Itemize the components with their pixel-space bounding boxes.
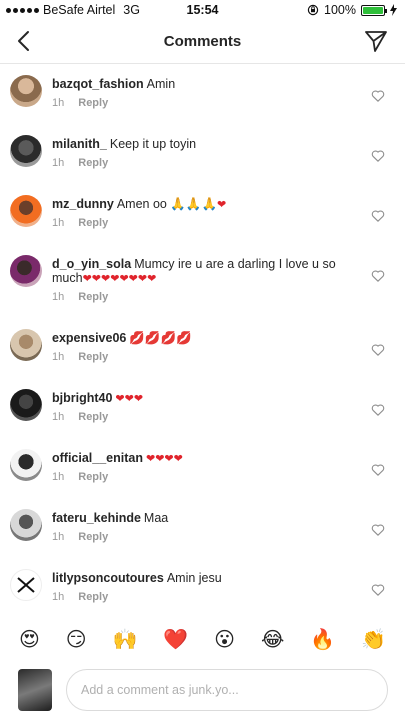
reply-button[interactable]: Reply xyxy=(78,217,108,229)
comment-emoji: 🙏🙏🙏 xyxy=(170,197,218,211)
comment-meta: 1h Reply xyxy=(52,411,108,423)
reply-button[interactable]: Reply xyxy=(78,471,108,483)
comment-username[interactable]: bjbright40 xyxy=(52,391,112,405)
comment-meta: 1h Reply xyxy=(52,471,108,483)
heart-outline-icon[interactable] xyxy=(371,89,385,103)
heart-outline-icon[interactable] xyxy=(371,463,385,477)
comment-text: milanith_ Keep it up toyin xyxy=(52,137,352,151)
status-bar: BeSafe Airtel 3G 15:54 100% xyxy=(0,0,405,20)
comment-time: 1h xyxy=(52,531,65,543)
comment-username[interactable]: fateru_kehinde xyxy=(52,511,141,525)
comment-message: Keep it up toyin xyxy=(109,137,197,151)
emoji-red-heart[interactable]: ❤️ xyxy=(163,627,188,652)
heart-outline-icon[interactable] xyxy=(371,149,385,163)
reply-button[interactable]: Reply xyxy=(78,531,108,543)
avatar[interactable] xyxy=(10,389,42,421)
heart-outline-icon[interactable] xyxy=(371,269,385,283)
comment-time: 1h xyxy=(52,471,65,483)
reply-button[interactable]: Reply xyxy=(78,411,108,423)
avatar[interactable] xyxy=(10,255,42,287)
avatar[interactable] xyxy=(10,135,42,167)
comment-hearts: ❤❤❤ xyxy=(115,393,144,405)
comment-time: 1h xyxy=(52,351,65,363)
emoji-bar: 😍 😏 🙌 ❤️ 😮 😂 🔥 👏 xyxy=(0,624,405,654)
comment-username[interactable]: bazqot_fashion xyxy=(52,77,144,91)
battery-icon xyxy=(361,4,387,16)
avatar[interactable] xyxy=(10,195,42,227)
emoji-raised-hands[interactable]: 🙌 xyxy=(113,627,138,652)
avatar[interactable] xyxy=(10,449,42,481)
current-user-avatar xyxy=(18,669,52,711)
comment-text: d_o_yin_sola Mumcy ire u are a darling I … xyxy=(52,257,352,286)
avatar[interactable] xyxy=(10,329,42,361)
comment-time: 1h xyxy=(52,217,65,229)
comment-meta: 1h Reply xyxy=(52,591,108,603)
emoji-fire[interactable]: 🔥 xyxy=(310,627,335,652)
reply-button[interactable]: Reply xyxy=(78,351,108,363)
heart-outline-icon[interactable] xyxy=(371,209,385,223)
comment-message: Maa xyxy=(143,511,169,525)
comment-meta: 1h Reply xyxy=(52,217,108,229)
comment-text: bjbright40 ❤❤❤ xyxy=(52,391,352,406)
battery-fill xyxy=(363,6,383,14)
comment-username[interactable]: litlypsoncoutoures xyxy=(52,571,164,585)
comment-message: Amin jesu xyxy=(166,571,222,585)
heart-outline-icon[interactable] xyxy=(371,343,385,357)
comment-time: 1h xyxy=(52,157,65,169)
comment-time: 1h xyxy=(52,291,65,303)
reply-button[interactable]: Reply xyxy=(78,97,108,109)
comment-time: 1h xyxy=(52,411,65,423)
reply-button[interactable]: Reply xyxy=(78,157,108,169)
comment-composer xyxy=(0,660,405,720)
comment-text: mz_dunny Amen oo 🙏🙏🙏❤ xyxy=(52,197,352,212)
comment-username[interactable]: mz_dunny xyxy=(52,197,114,211)
comment-username[interactable]: milanith_ xyxy=(52,137,107,151)
comment-text: official__enitan ❤❤❤❤ xyxy=(52,451,352,466)
comment-text: expensive06 💋💋💋💋 xyxy=(52,331,352,345)
comment-meta: 1h Reply xyxy=(52,531,108,543)
direct-send-icon[interactable] xyxy=(363,28,389,54)
comment-message: Amen oo xyxy=(116,197,167,211)
comment-username[interactable]: d_o_yin_sola xyxy=(52,257,131,271)
comment-username[interactable]: official__enitan xyxy=(52,451,143,465)
comment-time: 1h xyxy=(52,97,65,109)
comment-text: litlypsoncoutoures Amin jesu xyxy=(52,571,352,585)
emoji-surprised[interactable]: 😮 xyxy=(214,627,235,652)
reply-button[interactable]: Reply xyxy=(78,291,108,303)
comment-time: 1h xyxy=(52,591,65,603)
status-right: 100% xyxy=(307,3,397,17)
heart-outline-icon[interactable] xyxy=(371,523,385,537)
emoji-clapping[interactable]: 👏 xyxy=(361,627,386,652)
comment-meta: 1h Reply xyxy=(52,157,108,169)
reply-button[interactable]: Reply xyxy=(78,591,108,603)
comment-meta: 1h Reply xyxy=(52,291,108,303)
heart-outline-icon[interactable] xyxy=(371,583,385,597)
comment-meta: 1h Reply xyxy=(52,351,108,363)
page-title: Comments xyxy=(163,33,242,50)
avatar[interactable] xyxy=(10,569,42,601)
orientation-lock-icon xyxy=(307,4,319,16)
comment-meta: 1h Reply xyxy=(52,97,108,109)
heart-outline-icon[interactable] xyxy=(371,403,385,417)
comment-emoji: 💋💋💋💋 xyxy=(129,331,192,345)
emoji-tears-of-joy[interactable]: 😂 xyxy=(261,627,284,652)
comment-hearts: ❤ xyxy=(217,199,227,211)
avatar[interactable] xyxy=(10,75,42,107)
charging-icon xyxy=(390,4,397,16)
avatar[interactable] xyxy=(10,509,42,541)
comment-input[interactable] xyxy=(66,669,388,711)
emoji-heart-eyes[interactable]: 😍 xyxy=(19,627,40,652)
battery-percent: 100% xyxy=(324,3,356,17)
comment-hearts: ❤❤❤❤❤❤❤❤ xyxy=(82,273,157,285)
comment-text: fateru_kehinde Maa xyxy=(52,511,352,525)
emoji-smirk[interactable]: 😏 xyxy=(66,627,87,652)
comment-text: bazqot_fashion Amin xyxy=(52,77,352,91)
header: Comments xyxy=(0,20,405,64)
comment-username[interactable]: expensive06 xyxy=(52,331,126,345)
comment-hearts: ❤❤❤❤ xyxy=(146,453,183,465)
brand-logo-avatar xyxy=(17,577,35,593)
comment-message: Amin xyxy=(146,77,176,91)
